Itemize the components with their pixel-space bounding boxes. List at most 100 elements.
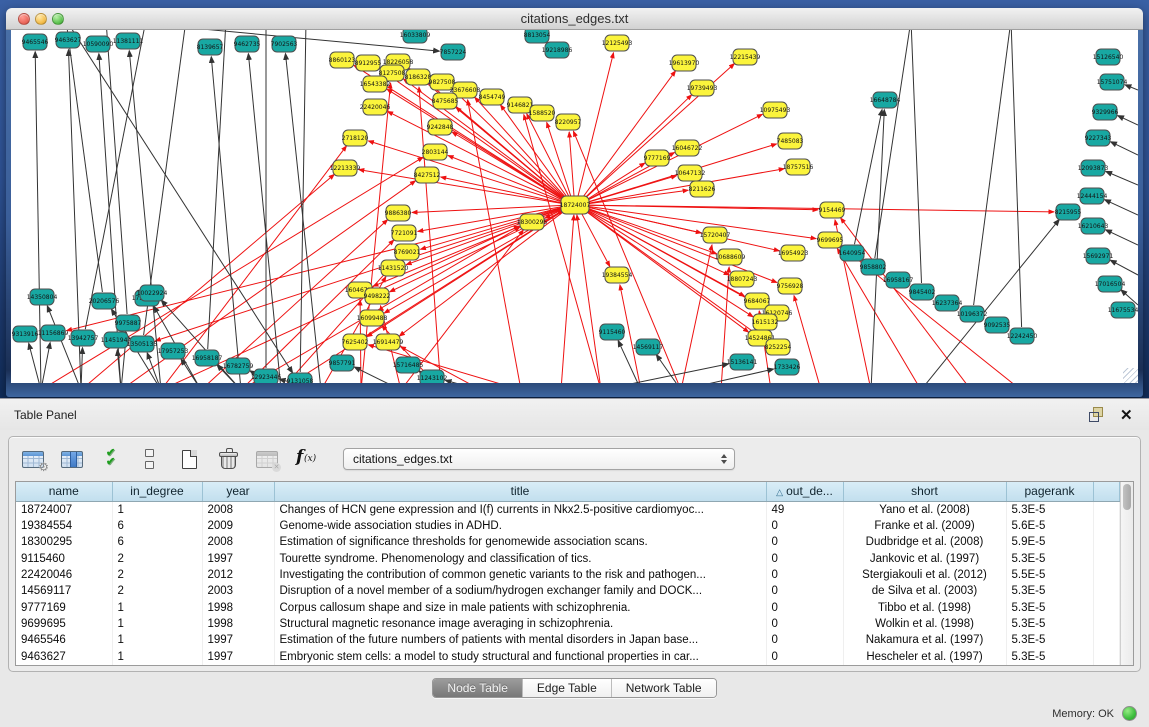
cell-pagerank[interactable]: 5.3E-5 xyxy=(1006,583,1093,599)
network-node[interactable]: 10647132 xyxy=(675,165,706,181)
network-node[interactable]: 9242848 xyxy=(427,119,454,135)
network-node[interactable]: 15751074 xyxy=(1097,74,1128,90)
cell-in-degree[interactable]: 6 xyxy=(112,534,202,550)
cell-title[interactable]: Genome-wide association studies in ADHD. xyxy=(274,518,766,534)
network-node[interactable]: 16958187 xyxy=(192,350,223,366)
network-node[interactable]: 11381111 xyxy=(113,33,144,49)
table-vertical-scrollbar[interactable] xyxy=(1120,482,1133,665)
cell-short[interactable]: Wolkin et al. (1998) xyxy=(843,616,1006,632)
cell-year[interactable]: 1997 xyxy=(202,649,274,665)
cell-title[interactable]: Estimation of significance thresholds fo… xyxy=(274,534,766,550)
network-node[interactable]: 9329966 xyxy=(1092,104,1119,120)
network-node[interactable]: 8860123 xyxy=(329,52,356,68)
network-node[interactable]: 14569117 xyxy=(633,339,664,355)
network-node[interactable]: 12213339 xyxy=(330,160,361,176)
table-row[interactable]: 946362711997Embryonic stem cells: a mode… xyxy=(16,649,1120,665)
memory-status-indicator[interactable] xyxy=(1122,706,1137,721)
cell-short[interactable]: Yano et al. (2008) xyxy=(843,501,1006,518)
network-node[interactable]: 11675534 xyxy=(1108,302,1138,318)
network-node[interactable]: 8813054 xyxy=(524,30,551,43)
network-node[interactable]: 18300295 xyxy=(517,214,548,230)
network-node[interactable]: 16543382 xyxy=(360,76,391,92)
network-node[interactable]: 14350804 xyxy=(27,289,58,305)
cell-short[interactable]: Nakamura et al. (1997) xyxy=(843,632,1006,648)
network-node[interactable]: 8912955 xyxy=(355,55,382,71)
select-column-icon-button[interactable] xyxy=(58,445,86,473)
cell-in-degree[interactable]: 6 xyxy=(112,518,202,534)
column-header-short[interactable]: short xyxy=(843,482,1006,501)
cell-name[interactable]: 9699695 xyxy=(16,616,112,632)
table-row[interactable]: 911546021997Tourette syndrome. Phenomeno… xyxy=(16,551,1120,567)
cell-pagerank[interactable]: 5.3E-5 xyxy=(1006,501,1093,518)
network-node[interactable]: 9465546 xyxy=(22,34,49,50)
network-node[interactable]: 1733426 xyxy=(774,359,801,375)
network-node[interactable]: 9777169 xyxy=(644,150,671,166)
function-builder-icon-button[interactable] xyxy=(292,445,320,473)
network-node[interactable]: 17957253 xyxy=(158,343,189,359)
network-node[interactable]: 15716485 xyxy=(393,357,424,373)
cell-out-de-[interactable]: 0 xyxy=(766,649,843,665)
network-node[interactable]: 18757516 xyxy=(783,159,814,175)
cell-out-de-[interactable]: 0 xyxy=(766,567,843,583)
network-node[interactable]: 15720407 xyxy=(700,227,731,243)
network-node[interactable]: 12923446 xyxy=(251,369,282,383)
network-node[interactable]: 1588520 xyxy=(529,105,556,121)
network-node[interactable]: 17016504 xyxy=(1095,276,1126,292)
column-header-in-degree[interactable]: in_degree xyxy=(112,482,202,501)
window-close-button[interactable] xyxy=(18,13,30,25)
network-node[interactable]: 16046722 xyxy=(672,140,703,156)
merge-rows-icon-button[interactable] xyxy=(136,445,164,473)
network-node[interactable]: 10022924 xyxy=(137,285,168,301)
cell-title[interactable]: Tourette syndrome. Phenomenology and cla… xyxy=(274,551,766,567)
network-node[interactable]: 16033809 xyxy=(400,30,431,43)
table-row[interactable]: 977716911998Corpus callosum shape and si… xyxy=(16,600,1120,616)
cell-name[interactable]: 22420046 xyxy=(16,567,112,583)
network-node[interactable]: 9313916 xyxy=(12,326,39,342)
network-node[interactable]: 15136141 xyxy=(727,354,758,370)
network-node[interactable]: 1615132 xyxy=(752,314,779,330)
network-node[interactable]: 9462735 xyxy=(234,36,261,52)
network-node[interactable]: 13505135 xyxy=(127,336,158,352)
cell-short[interactable]: Jankovic et al. (1997) xyxy=(843,551,1006,567)
delete-table-icon-button[interactable] xyxy=(253,445,281,473)
cell-pagerank[interactable]: 5.3E-5 xyxy=(1006,649,1093,665)
cell-year[interactable]: 1998 xyxy=(202,616,274,632)
network-node[interactable]: 16914479 xyxy=(373,334,404,350)
float-panel-icon[interactable] xyxy=(1089,407,1104,422)
cell-name[interactable]: 18724007 xyxy=(16,501,112,518)
cell-out-de-[interactable]: 0 xyxy=(766,518,843,534)
column-header-year[interactable]: year xyxy=(202,482,274,501)
network-node[interactable]: 12125493 xyxy=(602,35,633,51)
delete-columns-icon-button[interactable] xyxy=(214,445,242,473)
network-node[interactable]: 10196372 xyxy=(957,306,988,322)
network-node[interactable]: 7902563 xyxy=(271,36,298,52)
cell-out-de-[interactable]: 0 xyxy=(766,583,843,599)
cell-pagerank[interactable]: 5.3E-5 xyxy=(1006,600,1093,616)
cell-short[interactable]: Stergiakouli et al. (2012) xyxy=(843,567,1006,583)
table-row[interactable]: 969969511998Structural magnetic resonanc… xyxy=(16,616,1120,632)
cell-year[interactable]: 1998 xyxy=(202,600,274,616)
network-table-selector[interactable]: citations_edges.txt xyxy=(343,448,735,470)
cell-out-de-[interactable]: 49 xyxy=(766,501,843,518)
network-node[interactable]: 9131058 xyxy=(287,373,314,383)
network-node[interactable]: 9858802 xyxy=(860,259,887,275)
network-node[interactable]: 8427512 xyxy=(414,167,441,183)
cell-year[interactable]: 2012 xyxy=(202,567,274,583)
network-node[interactable]: 10688609 xyxy=(715,249,746,265)
cell-out-de-[interactable]: 0 xyxy=(766,600,843,616)
cell-out-de-[interactable]: 0 xyxy=(766,534,843,550)
network-node[interactable]: 19384554 xyxy=(602,267,633,283)
cell-year[interactable]: 2008 xyxy=(202,501,274,518)
cell-pagerank[interactable]: 5.9E-5 xyxy=(1006,534,1093,550)
network-node[interactable]: 12444154 xyxy=(1077,188,1108,204)
cell-name[interactable]: 19384554 xyxy=(16,518,112,534)
cell-year[interactable]: 2008 xyxy=(202,534,274,550)
network-node[interactable]: 11156869 xyxy=(38,325,69,341)
cell-out-de-[interactable]: 0 xyxy=(766,616,843,632)
cell-year[interactable]: 2009 xyxy=(202,518,274,534)
network-node[interactable]: 19613970 xyxy=(669,55,700,71)
cell-in-degree[interactable]: 2 xyxy=(112,567,202,583)
cell-pagerank[interactable]: 5.6E-5 xyxy=(1006,518,1093,534)
network-window[interactable]: citations_edges.txt 18724007886012389129… xyxy=(6,8,1143,397)
column-header-name[interactable]: name xyxy=(16,482,112,501)
